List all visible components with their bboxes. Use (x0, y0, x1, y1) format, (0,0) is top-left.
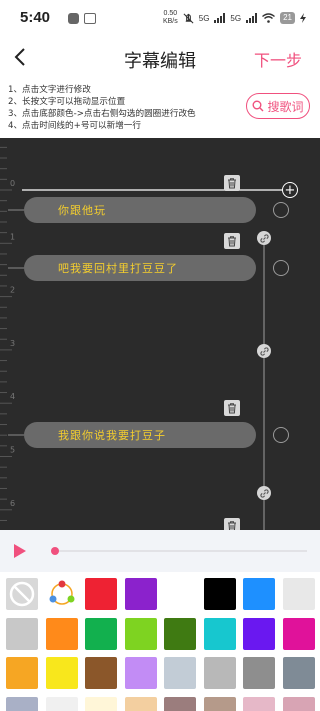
swatch-rose[interactable] (282, 696, 315, 711)
signal-bars-icon-1 (214, 13, 226, 23)
none-swatch[interactable] (6, 578, 38, 610)
subtitle-text[interactable]: 我跟你说我要打豆子 (58, 427, 166, 443)
ruler-label: 0 (10, 179, 15, 188)
no-color-icon (9, 581, 35, 607)
instruction-line: 2、长按文字可以拖动显示位置 (8, 97, 126, 107)
next-step-button[interactable]: 下一步 (254, 47, 302, 71)
chain-link-icon (259, 488, 269, 498)
add-line-button[interactable]: + (282, 182, 298, 198)
search-lyrics-button[interactable]: 搜歌词 (246, 93, 310, 119)
swatch-darkgreen[interactable] (164, 617, 196, 650)
delete-button[interactable] (224, 400, 240, 416)
swatch-pink[interactable] (243, 696, 275, 711)
search-lyrics-label: 搜歌词 (267, 99, 304, 114)
color-wheel-icon (49, 580, 74, 605)
swatch-lavender[interactable] (124, 657, 157, 689)
swatch-red[interactable] (85, 578, 117, 610)
charging-icon (300, 13, 306, 23)
network-speed: 0.50 KB/s (163, 10, 178, 26)
chain-link-icon (259, 233, 269, 243)
subtitle-item[interactable]: 你跟他玩 (24, 197, 256, 223)
subtitle-item[interactable]: 吧我要回村里打豆豆了 (24, 255, 256, 281)
swatch-peach[interactable] (124, 696, 157, 711)
color-palette (0, 572, 320, 711)
signal-5g-label-1: 5G (198, 13, 210, 23)
chevron-left-icon (14, 48, 25, 66)
playback-progress-track[interactable] (55, 550, 307, 552)
status-time: 5:40 (20, 9, 51, 26)
playback-bar (0, 530, 320, 572)
plus-icon: + (284, 182, 296, 198)
header: 字幕编辑 下一步 (0, 36, 320, 80)
swatch-violet[interactable] (243, 617, 275, 650)
swatch-cyan[interactable] (203, 617, 236, 650)
subtitle-text[interactable]: 你跟他玩 (58, 202, 106, 218)
screen-cast-icon (84, 13, 96, 24)
ruler-label: 6 (10, 499, 15, 508)
app-notification-icon (68, 13, 79, 24)
swatch-black[interactable] (203, 578, 236, 610)
swatch-magenta[interactable] (282, 617, 315, 650)
swatch-slate[interactable] (282, 657, 315, 689)
link-button[interactable] (257, 231, 271, 245)
swatch-lightgray[interactable] (282, 578, 315, 610)
ruler-label: 5 (10, 446, 15, 455)
back-button[interactable] (8, 44, 34, 70)
swatch-purple[interactable] (124, 578, 157, 610)
wifi-icon (262, 13, 276, 23)
swatch-gray[interactable] (6, 617, 38, 650)
chain-link-icon (259, 346, 269, 356)
subtitle-select-radio[interactable] (273, 260, 289, 276)
delete-button[interactable] (224, 233, 240, 249)
subtitle-item[interactable]: 我跟你说我要打豆子 (24, 422, 256, 448)
status-bar: 5:40 0.50 KB/s 5G 5G 21 (0, 0, 320, 36)
swatch-orange[interactable] (45, 617, 78, 650)
link-button[interactable] (257, 344, 271, 358)
network-speed-unit: KB/s (162, 18, 178, 25)
swatch-darkgray[interactable] (243, 657, 275, 689)
swatch-green[interactable] (85, 617, 117, 650)
ruler-label: 1 (10, 232, 15, 241)
delete-button[interactable] (224, 175, 240, 191)
ruler-label: 4 (10, 392, 15, 401)
swatch-blue[interactable] (243, 578, 275, 610)
timeline-editor[interactable]: 0 1 2 3 4 5 6 + 你跟他玩 吧我要回村里打豆豆了 我跟你说我要打豆子 (0, 138, 320, 530)
swatch-bluegray[interactable] (164, 657, 196, 689)
gradient-swatch[interactable] (45, 578, 78, 610)
signal-bars-icon-2 (246, 13, 258, 23)
instruction-line: 3、点击底部颜色->点击右侧勾选的圆圈进行改色 (8, 109, 196, 119)
battery-icon: 21 (280, 12, 295, 24)
subtitle-select-radio[interactable] (273, 202, 289, 218)
swatch-yellow[interactable] (45, 657, 78, 689)
swatch-brown[interactable] (85, 657, 117, 689)
play-icon[interactable] (14, 544, 26, 558)
swatch-lime[interactable] (124, 617, 157, 650)
swatch-pale[interactable] (45, 696, 78, 711)
trash-icon (228, 520, 236, 530)
search-icon (252, 100, 264, 112)
link-button[interactable] (257, 486, 271, 500)
trash-icon (228, 177, 236, 188)
subtitle-select-radio[interactable] (273, 427, 289, 443)
instruction-line: 4、点击时间线的+号可以新增一行 (8, 121, 141, 131)
swatch-amber[interactable] (6, 657, 38, 689)
playback-progress-knob[interactable] (51, 547, 59, 555)
trash-icon (228, 235, 236, 246)
trash-icon (228, 402, 236, 413)
swatch-mauve[interactable] (164, 696, 196, 711)
mute-icon (183, 13, 194, 23)
instructions: 1、点击文字进行修改 2、长按文字可以拖动显示位置 3、点击底部颜色->点击右侧… (8, 84, 238, 132)
delete-button[interactable] (224, 518, 240, 530)
signal-5g-label-2: 5G (230, 13, 242, 23)
ruler-label: 3 (10, 339, 15, 348)
ruler-label: 2 (10, 286, 15, 295)
instruction-line: 1、点击文字进行修改 (8, 85, 91, 95)
swatch-tan[interactable] (203, 696, 236, 711)
network-speed-value: 0.50 (163, 10, 178, 17)
swatch-silver[interactable] (203, 657, 236, 689)
swatch-white[interactable] (164, 578, 196, 610)
subtitle-text[interactable]: 吧我要回村里打豆豆了 (58, 260, 178, 276)
swatch-steel[interactable] (6, 696, 38, 711)
swatch-cream[interactable] (85, 696, 117, 711)
